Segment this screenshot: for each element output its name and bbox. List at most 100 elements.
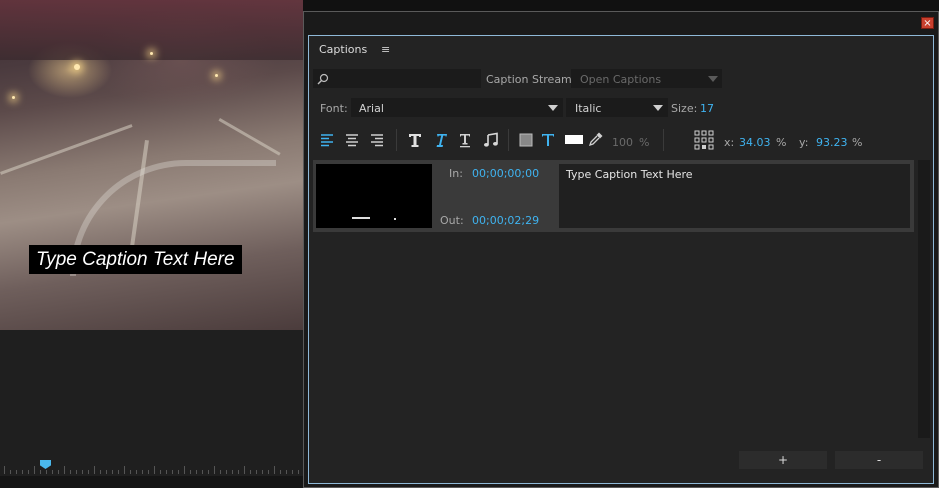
ruler-tick <box>100 470 101 474</box>
ruler-tick <box>88 470 89 474</box>
position-y-value[interactable]: 93.23 <box>816 136 848 149</box>
ruler-tick <box>46 470 47 474</box>
toolbar-divider <box>396 129 397 151</box>
in-timecode[interactable]: 00;00;00;00 <box>472 167 539 180</box>
ruler-tick <box>268 470 269 474</box>
background-color-icon[interactable] <box>519 133 533 147</box>
thumbnail-caption-mark <box>394 218 396 220</box>
ruler-tick <box>70 470 71 474</box>
color-swatch[interactable] <box>565 135 583 144</box>
ruler-tick <box>262 470 263 474</box>
road-marking <box>0 124 133 175</box>
italic-text-icon[interactable] <box>432 132 448 148</box>
captions-panel: Captions ≡ Caption Stream: Open Captions… <box>308 35 934 484</box>
ruler-tick <box>238 470 239 474</box>
ruler-tick <box>214 466 215 474</box>
toolbar-divider <box>508 129 509 151</box>
ruler-tick <box>184 466 185 474</box>
in-label: In: <box>449 167 463 180</box>
bold-text-icon[interactable] <box>407 132 423 148</box>
ruler-tick <box>208 470 209 474</box>
ruler-tick <box>178 470 179 474</box>
program-monitor-video: Type Caption Text Here <box>0 0 303 330</box>
chevron-down-icon <box>708 76 718 82</box>
ruler-tick <box>76 470 77 474</box>
street-light <box>74 64 80 70</box>
caption-list-item[interactable]: In: 00;00;00;00 Out: 00;00;02;29 Type Ca… <box>313 160 914 232</box>
chevron-down-icon <box>653 105 663 111</box>
ruler-tick <box>118 470 119 474</box>
ruler-tick <box>166 470 167 474</box>
panel-menu-icon[interactable]: ≡ <box>381 43 390 56</box>
captions-dialog: × Captions ≡ Caption Stream: Open Captio… <box>303 11 939 488</box>
ruler-tick <box>112 470 113 474</box>
caption-stream-select[interactable]: Open Captions <box>571 69 722 88</box>
search-icon <box>317 73 329 85</box>
font-select[interactable]: Arial <box>351 98 563 117</box>
ruler-tick <box>154 466 155 474</box>
ruler-tick <box>244 466 245 474</box>
toolbar-divider <box>663 129 664 151</box>
ruler-tick <box>34 466 35 474</box>
position-x-label: x: <box>724 136 735 149</box>
size-label: Size: <box>671 102 698 115</box>
caption-list-scrollbar[interactable] <box>918 160 930 438</box>
position-x-value[interactable]: 34.03 <box>739 136 771 149</box>
ruler-tick <box>172 470 173 474</box>
street-light <box>215 74 218 77</box>
thumbnail-caption-mark <box>352 217 370 219</box>
add-caption-button[interactable]: + <box>739 451 827 469</box>
text-color-icon[interactable] <box>540 132 556 148</box>
size-value[interactable]: 17 <box>700 102 714 115</box>
position-grid-icon[interactable] <box>694 130 714 150</box>
caption-overlay-text[interactable]: Type Caption Text Here <box>29 245 242 274</box>
ruler-tick <box>124 466 125 474</box>
caption-thumbnail <box>316 164 432 228</box>
ruler-tick <box>256 470 257 474</box>
opacity-unit: % <box>639 136 650 149</box>
ruler-tick <box>130 470 131 474</box>
ruler-tick <box>16 470 17 474</box>
ruler-tick <box>22 470 23 474</box>
street-light <box>150 52 153 55</box>
ruler-tick <box>58 470 59 474</box>
position-y-label: y: <box>799 136 809 149</box>
position-x-unit: % <box>776 136 787 149</box>
caption-text-field[interactable]: Type Caption Text Here <box>559 164 910 228</box>
align-center-icon[interactable] <box>345 133 359 147</box>
road-marking <box>218 118 281 156</box>
search-input[interactable] <box>313 69 481 88</box>
ruler-tick <box>28 470 29 474</box>
underline-text-icon[interactable] <box>457 132 473 148</box>
close-button[interactable]: × <box>921 17 934 29</box>
font-style-select[interactable]: Italic <box>566 98 668 117</box>
ruler-tick <box>280 470 281 474</box>
ruler-tick <box>190 470 191 474</box>
ruler-tick <box>250 470 251 474</box>
ruler-tick <box>298 470 299 474</box>
align-left-icon[interactable] <box>320 133 334 147</box>
ruler-tick <box>52 470 53 474</box>
eyedropper-icon[interactable] <box>588 131 604 147</box>
street-light <box>12 96 15 99</box>
ruler-tick <box>4 466 5 474</box>
position-y-unit: % <box>852 136 863 149</box>
ruler-tick <box>82 470 83 474</box>
ruler-tick <box>286 470 287 474</box>
out-timecode[interactable]: 00;00;02;29 <box>472 214 539 227</box>
video-sky <box>0 0 303 60</box>
tab-captions[interactable]: Captions <box>319 43 367 56</box>
ruler-tick <box>148 470 149 474</box>
caption-stream-label: Caption Stream: <box>486 73 576 86</box>
opacity-value[interactable]: 100 <box>612 136 633 149</box>
align-right-icon[interactable] <box>370 133 384 147</box>
ruler-tick <box>40 470 41 474</box>
font-style-value: Italic <box>575 102 602 115</box>
ruler-tick <box>94 466 95 474</box>
remove-caption-button[interactable]: - <box>835 451 923 469</box>
music-note-icon[interactable] <box>483 132 499 148</box>
ruler-tick <box>10 470 11 474</box>
ruler-tick <box>274 466 275 474</box>
ruler-tick <box>226 470 227 474</box>
ruler-tick <box>106 470 107 474</box>
